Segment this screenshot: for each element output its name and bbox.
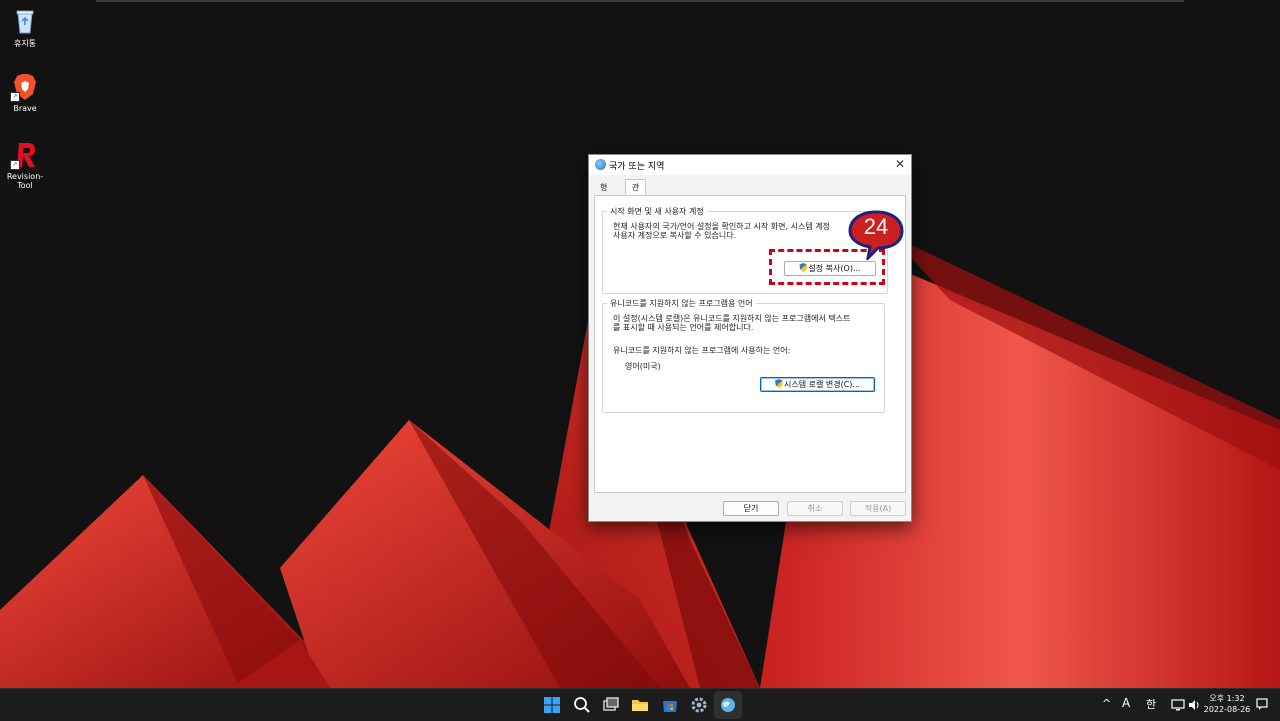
region-globe-icon[interactable]: [718, 695, 738, 715]
clock-time: 오후 1:32: [1209, 694, 1245, 703]
group-unicode-legend: 유니코드를 지원하지 않는 프로그램용 언어: [610, 299, 753, 308]
tray-overflow-chevron[interactable]: ^: [1102, 697, 1111, 710]
clock-date: 2022-08-26: [1203, 705, 1251, 714]
desktop-icon-label: Brave: [13, 104, 37, 113]
uac-shield-icon: [774, 379, 783, 388]
task-view-icon[interactable]: [601, 695, 621, 715]
settings-gear-icon[interactable]: [689, 695, 709, 715]
ime-language-indicator[interactable]: 한: [1146, 696, 1156, 712]
taskbar-clock[interactable]: 오후 1:32 2022-08-26: [1202, 693, 1252, 715]
windows-start-icon[interactable]: [542, 695, 562, 715]
ime-mode-indicator[interactable]: A: [1122, 696, 1130, 710]
desktop-icon-label: Revision-Tool: [6, 172, 44, 190]
window-top-edge: [96, 0, 1184, 2]
tab-formats[interactable]: 형식: [594, 181, 613, 206]
region-globe-icon: [595, 159, 606, 170]
group-welcome-legend: 시작 화면 및 새 사용자 계정: [610, 207, 704, 216]
store-icon[interactable]: [660, 695, 680, 715]
taskbar: ^ A 한 오후 1:32 2022-08-26: [0, 688, 1280, 721]
step-number: 24: [863, 214, 889, 239]
dialog-titlebar[interactable]: 국가 또는 지역 ✕: [589, 155, 911, 175]
volume-icon[interactable]: [1187, 698, 1201, 712]
unicode-description-line2: 를 표시할 때 사용되는 언어를 제어합니다.: [613, 323, 754, 332]
recycle-bin-icon: [10, 6, 40, 36]
change-locale-label: 시스템 로캘 변경(C)...: [783, 380, 861, 389]
shortcut-arrow-icon: ↗: [10, 160, 20, 170]
brave-lion-icon: ↗: [10, 72, 40, 102]
current-language-value: 영어(미국): [625, 362, 661, 371]
file-explorer-icon[interactable]: [630, 695, 650, 715]
ok-button[interactable]: 닫기: [723, 501, 779, 516]
close-button[interactable]: ✕: [895, 157, 905, 171]
search-icon[interactable]: [572, 695, 592, 715]
desktop-icon-recycle-bin[interactable]: 휴지통: [0, 6, 50, 49]
welcome-description-line1: 현재 사용자의 국가/언어 설정을 확인하고 시작 화면, 시스템 계정: [613, 222, 830, 231]
unicode-description-line1: 이 설정(시스템 로캘)은 유니코드를 지원하지 않는 프로그램에서 텍스트: [613, 314, 851, 323]
current-language-label: 유니코드를 지원하지 않는 프로그램에 사용하는 언어:: [613, 346, 791, 355]
welcome-description-line2: 사용자 계정으로 복사할 수 있습니다.: [613, 231, 737, 240]
change-system-locale-button[interactable]: 시스템 로캘 변경(C)...: [760, 377, 875, 392]
desktop-icon-revision-tool[interactable]: ↗ Revision-Tool: [0, 140, 50, 190]
desktop-icon-brave[interactable]: ↗ Brave: [0, 72, 50, 113]
notification-icon[interactable]: [1256, 698, 1268, 711]
revision-r-icon: ↗: [10, 140, 40, 170]
apply-button[interactable]: 적용(A): [850, 501, 906, 516]
cancel-button[interactable]: 취소: [787, 501, 843, 516]
dialog-title: 국가 또는 지역: [609, 162, 665, 172]
desktop-icon-label: 휴지통: [13, 39, 37, 48]
network-icon[interactable]: [1171, 698, 1185, 712]
tab-admin-options[interactable]: 관리자 옵션: [625, 179, 647, 256]
shortcut-arrow-icon: ↗: [10, 92, 20, 102]
